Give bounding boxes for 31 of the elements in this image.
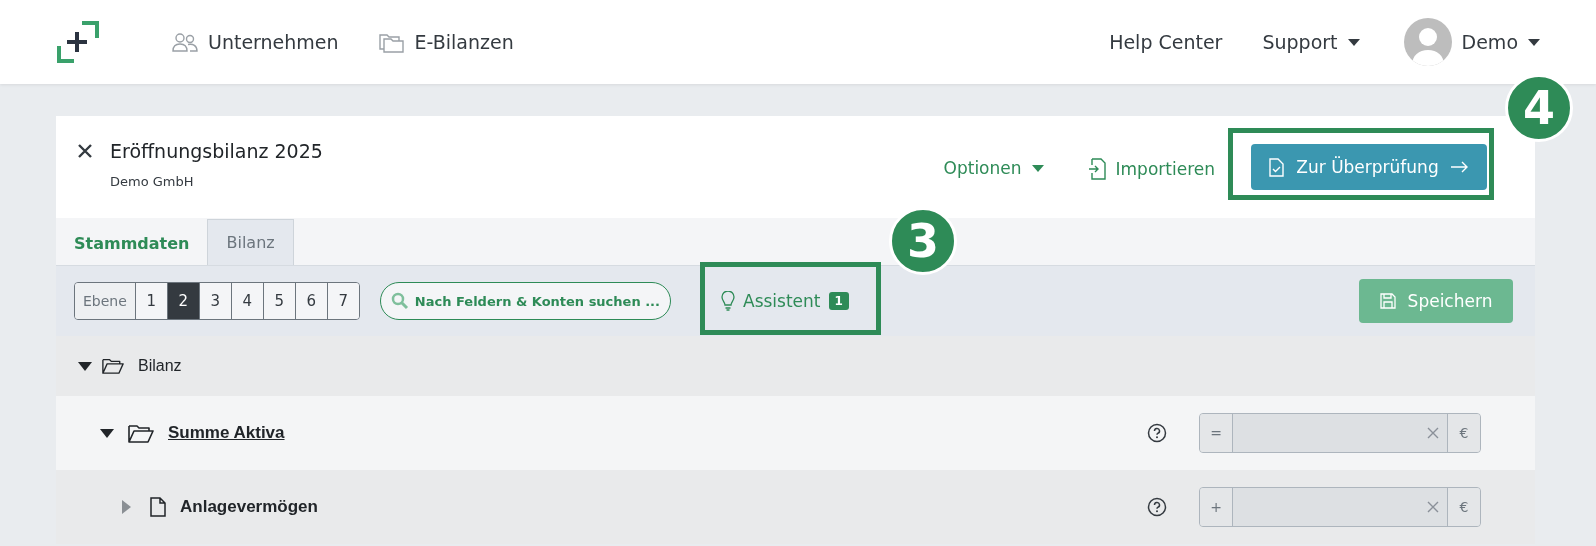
level-button[interactable]: 3 [198,283,231,319]
operator-label: + [1200,488,1232,526]
level-button[interactable]: 5 [262,283,295,319]
level-button[interactable]: 7 [326,283,359,319]
import-link[interactable]: Importieren [1087,158,1215,180]
level-button[interactable]: 1 [134,283,167,319]
tree-label: Summe Aktiva [168,423,285,443]
tree-label: Bilanz [138,357,182,375]
operator-label: = [1200,414,1232,452]
user-menu[interactable]: Demo [1403,18,1540,66]
level-button[interactable]: 6 [294,283,327,319]
tab[interactable]: Bilanz [207,219,294,265]
assistant-button[interactable]: Assistent 1 [715,290,855,312]
support-menu[interactable]: Support [1262,31,1360,53]
nav-link[interactable]: E-Bilanzen [378,31,514,53]
help-link[interactable]: Help Center [1109,31,1223,53]
level-button[interactable]: 2 [166,283,199,319]
nav-link[interactable]: Unternehmen [172,31,339,53]
amount-field[interactable]: = € [1199,413,1481,453]
search-button[interactable]: Nach Feldern & Konten suchen ... [379,282,671,320]
document-title: Eröffnungsbilanz 2025 [110,140,323,162]
tree-label: Anlagevermögen [180,497,318,517]
currency-label: € [1448,414,1480,452]
currency-label: € [1448,488,1480,526]
level-label: Ebene [75,283,135,319]
options-menu[interactable]: Optionen [943,158,1044,178]
company-name: Demo GmbH [110,174,195,189]
level-button[interactable]: 4 [230,283,263,319]
tab[interactable]: Stammdaten [56,221,208,265]
count-badge: 1 [828,292,849,310]
amount-field[interactable]: + € [1199,487,1481,527]
